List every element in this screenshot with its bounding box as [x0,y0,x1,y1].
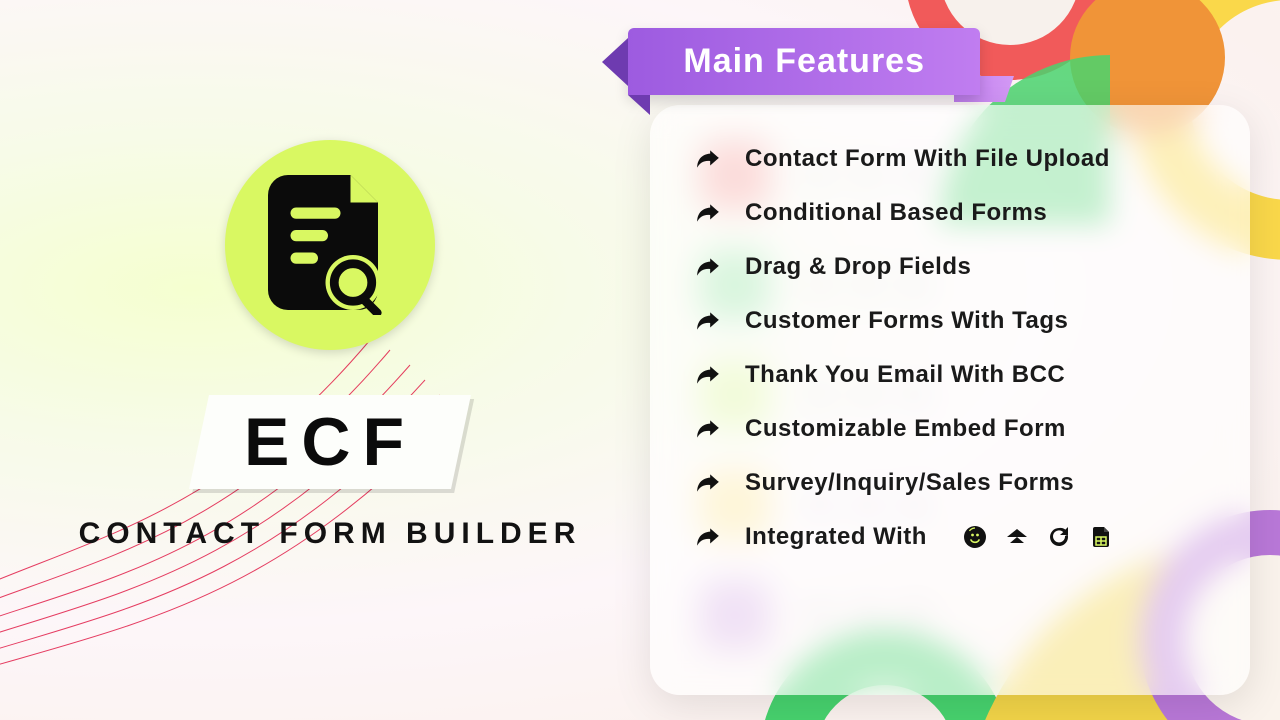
logo-badge [225,140,435,350]
feature-label: Thank You Email With BCC [745,361,1065,389]
feature-label: Survey/Inquiry/Sales Forms [745,469,1074,497]
product-intro: ECF CONTACT FORM BUILDER [60,140,600,551]
share-arrow-icon [695,524,721,550]
feature-label: Customer Forms With Tags [745,307,1068,335]
share-arrow-icon [695,308,721,334]
feature-label: Conditional Based Forms [745,199,1047,227]
acronym-badge: ECF [189,395,471,489]
feature-item: Drag & Drop Fields [695,253,1205,281]
feature-item: Conditional Based Forms [695,199,1205,227]
feature-label: Drag & Drop Fields [745,253,971,281]
feature-label: Integrated With [745,523,927,551]
product-acronym: ECF [244,403,416,481]
feature-item: Contact Form With File Upload [695,145,1205,173]
integration-icons [963,525,1113,549]
feature-label: Customizable Embed Form [745,415,1066,443]
sheets-icon [1089,525,1113,549]
recaptcha-icon [1047,525,1071,549]
feature-item: Integrated With [695,523,1205,551]
share-arrow-icon [695,200,721,226]
share-arrow-icon [695,146,721,172]
banner-title: Main Features [683,42,925,80]
features-card: Contact Form With File Upload Conditional… [650,105,1250,695]
feature-item: Customer Forms With Tags [695,307,1205,335]
mailchimp-icon [963,525,987,549]
share-arrow-icon [695,362,721,388]
feature-item: Customizable Embed Form [695,415,1205,443]
klaviyo-icon [1005,525,1029,549]
share-arrow-icon [695,254,721,280]
feature-item: Thank You Email With BCC [695,361,1205,389]
feature-item: Survey/Inquiry/Sales Forms [695,469,1205,497]
product-name: CONTACT FORM BUILDER [60,517,600,551]
features-banner: Main Features [628,28,980,95]
document-search-icon [268,175,393,315]
share-arrow-icon [695,470,721,496]
share-arrow-icon [695,416,721,442]
feature-label: Contact Form With File Upload [745,145,1110,173]
